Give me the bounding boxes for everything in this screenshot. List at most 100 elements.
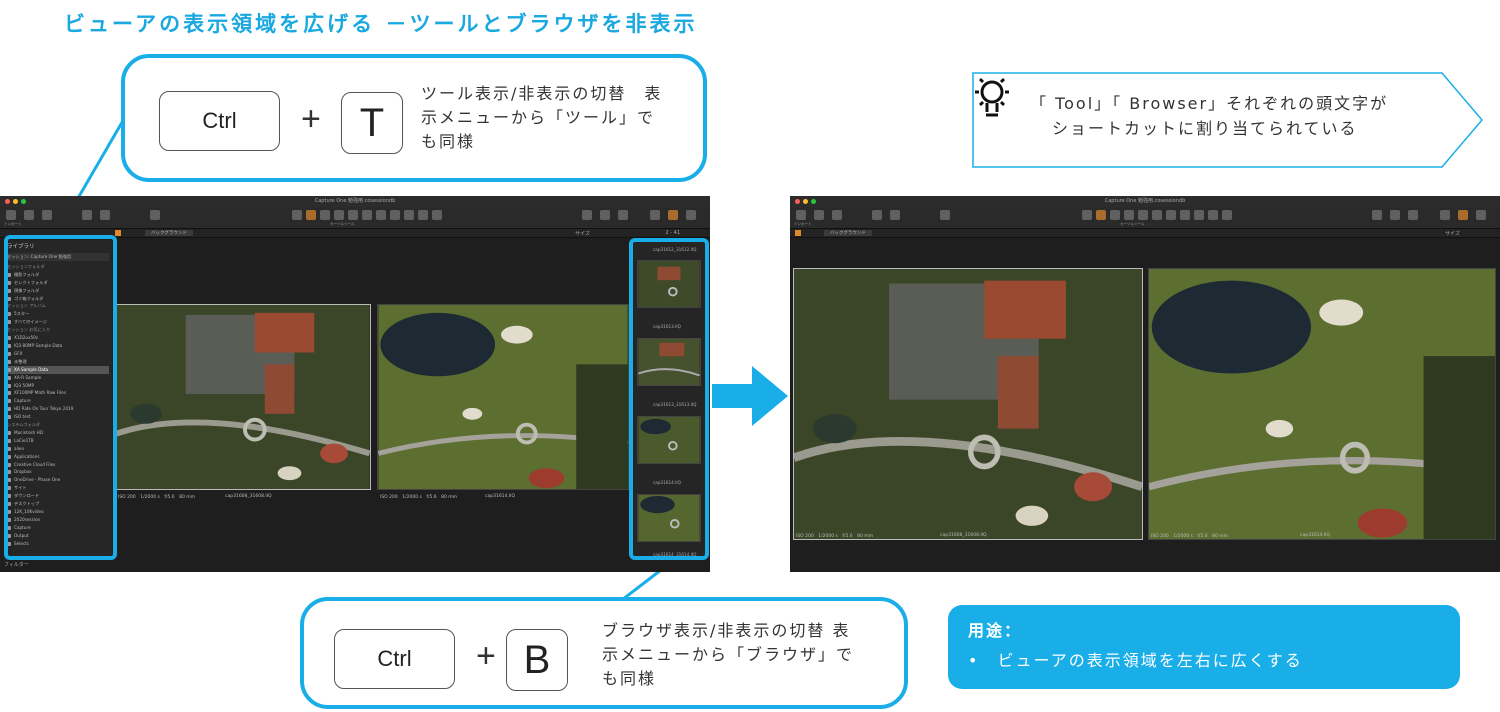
browser-shortcut-description: ブラウザ表示/非表示の切替 表 示メニューから「ブラウザ」で も同様 [602,621,855,688]
aerial-photo [378,305,628,489]
export-icon[interactable] [24,210,34,220]
page-title: ビューアの表示領域を広げる －ツールとブラウザを非表示 [64,12,698,36]
tools-shortcut-callout: Ctrl + T ツール表示/非表示の切替 表 示メニューから「ツール」で も同… [121,54,707,182]
tip-text: 「 Tool」「 Browser」それぞれの頭文字が ショートカットに割り当てら… [1030,94,1389,138]
edit-selected-icon[interactable] [668,210,678,220]
grid-view-icon[interactable] [795,230,801,236]
arrow-right-icon [712,366,788,426]
auto-adjust-icon[interactable] [150,210,160,220]
toolbar-label: カーソルツール [330,222,355,226]
rotate-tool-icon[interactable] [334,210,344,220]
usage-box: 用途： • ビューアの表示領域を左右に広くする [948,605,1460,689]
image-meta: ISO 200 1/2000 s f/5.6 80 mm [1151,534,1229,539]
image-filename: cap31608_31608.IIQ [225,494,272,499]
viewer-subbar: バックグラウンド サイズ [790,229,1500,238]
filter-bar[interactable]: フィルター [4,561,29,568]
copy-tool-icon[interactable] [432,210,442,220]
main-toolbar: インポート カーソルツール [0,207,710,229]
plus-sign: + [301,100,321,138]
copy-apply-icon[interactable] [686,210,696,220]
aerial-photo [116,305,370,489]
wb-picker-icon[interactable] [1166,210,1176,220]
toolbar-label: カーソルツール [1120,222,1145,226]
viewer-image-selected[interactable] [793,268,1143,540]
gradient-tool-icon[interactable] [418,210,428,220]
before-icon[interactable] [582,210,592,220]
t-key: T [341,92,403,154]
image-meta: ISO 200 1/2000 s f/5.6 80 mm [796,534,874,539]
copy-apply-icon[interactable] [1476,210,1486,220]
window-title: Capture One 勉強用.cosessiondb [1104,198,1186,204]
grid-view-icon[interactable] [115,230,121,236]
lightbulb-icon [975,77,1009,117]
cursor-tool-icon[interactable] [306,210,316,220]
import-icon[interactable] [796,210,806,220]
image-meta: ISO 200 1/2000 s f/5.6 80 mm [118,495,196,500]
image-filename: cap31608_31608.IIQ [940,533,987,538]
camera-icon[interactable] [42,210,52,220]
size-label: サイズ [1445,231,1460,237]
export-icon[interactable] [814,210,824,220]
exposure-warning-icon[interactable] [618,210,628,220]
keystone-tool-icon[interactable] [1138,210,1148,220]
aerial-photo [1149,269,1495,539]
image-meta: ISO 200 1/2000 s f/5.6 80 mm [380,495,458,500]
spot-tool-icon[interactable] [362,210,372,220]
undo-icon[interactable] [890,210,900,220]
wb-picker-icon[interactable] [376,210,386,220]
image-filename: cap31614.IIQ [1300,533,1331,538]
viewer-image[interactable] [1148,268,1496,540]
import-icon[interactable] [6,210,16,220]
viewer-image-selected[interactable] [115,304,371,490]
pan-tool-icon[interactable] [292,210,302,220]
image-count: 2 - 41 [665,230,680,236]
background-select[interactable]: バックグラウンド [824,230,872,236]
tools-highlight [4,235,117,560]
background-select[interactable]: バックグラウンド [145,230,193,236]
preview-icon[interactable] [650,210,660,220]
main-toolbar: インポート カーソルツール [790,207,1500,229]
camera-icon[interactable] [832,210,842,220]
spot-tool-icon[interactable] [1152,210,1162,220]
crop-tool-icon[interactable] [320,210,330,220]
grid-icon[interactable] [1390,210,1400,220]
reset-icon[interactable] [82,210,92,220]
edit-selected-icon[interactable] [1458,210,1468,220]
usage-title: 用途： [968,621,1023,640]
browser-shortcut-callout: Ctrl + B ブラウザ表示/非表示の切替 表 示メニューから「ブラウザ」で … [300,597,908,709]
cursor-tool-icon[interactable] [1096,210,1106,220]
tip-box: 「 Tool」「 Browser」それぞれの頭文字が ショートカットに割り当てら… [972,72,1484,168]
usage-item: • ビューアの表示領域を左右に広くする [968,651,1303,670]
ctrl-key: Ctrl [159,91,280,151]
copy-tool-icon[interactable] [1222,210,1232,220]
plus-sign: + [476,637,496,675]
reset-icon[interactable] [872,210,882,220]
before-icon[interactable] [1372,210,1382,220]
brush-tool-icon[interactable] [390,210,400,220]
keystone-tool-icon[interactable] [348,210,358,220]
b-key: B [506,629,568,691]
rotate-tool-icon[interactable] [1124,210,1134,220]
toolbar-label: インポート [4,222,22,226]
eraser-tool-icon[interactable] [1194,210,1204,220]
app-window-after: Capture One 勉強用.cosessiondb インポート カーソルツー… [790,196,1500,572]
exposure-warning-icon[interactable] [1408,210,1418,220]
auto-adjust-icon[interactable] [940,210,950,220]
pan-tool-icon[interactable] [1082,210,1092,220]
browser-highlight [629,238,709,560]
app-window-before: Capture One 勉強用.cosessiondb インポート カーソルツー… [0,196,710,572]
aerial-photo [794,269,1142,539]
eraser-tool-icon[interactable] [404,210,414,220]
size-label: サイズ [575,231,590,237]
window-title: Capture One 勉強用.cosessiondb [314,198,396,204]
preview-icon[interactable] [1440,210,1450,220]
brush-tool-icon[interactable] [1180,210,1190,220]
window-titlebar: Capture One 勉強用.cosessiondb [0,196,710,207]
image-filename: cap31614.IIQ [485,494,516,499]
window-titlebar: Capture One 勉強用.cosessiondb [790,196,1500,207]
undo-icon[interactable] [100,210,110,220]
crop-tool-icon[interactable] [1110,210,1120,220]
viewer-image[interactable] [377,304,629,490]
gradient-tool-icon[interactable] [1208,210,1218,220]
grid-icon[interactable] [600,210,610,220]
